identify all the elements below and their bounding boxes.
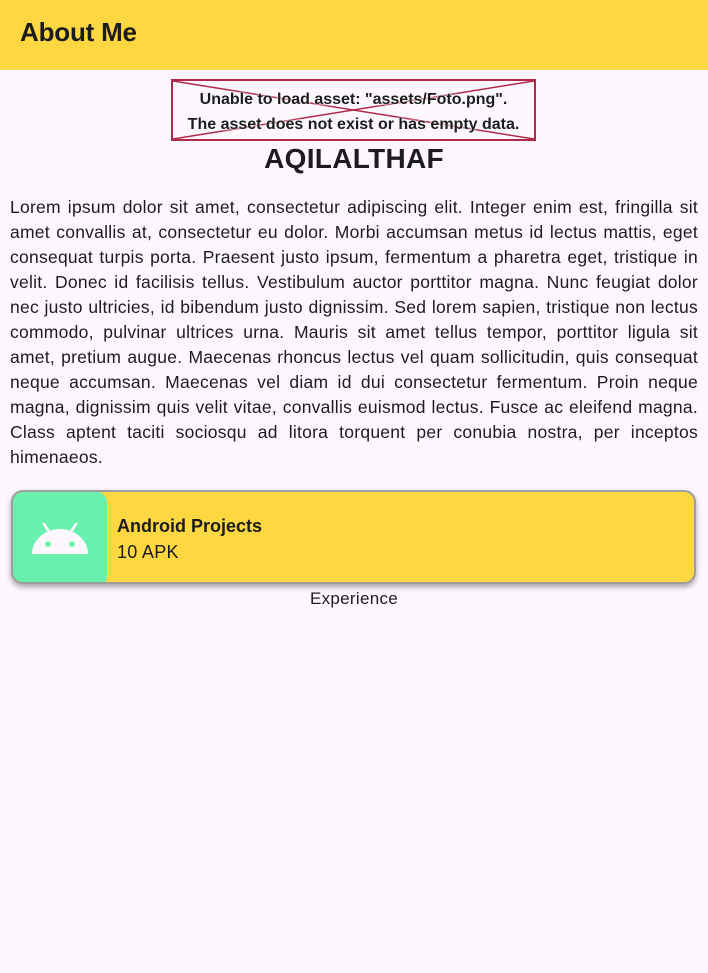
bio-paragraph: Lorem ipsum dolor sit amet, consectetur …: [10, 197, 698, 467]
app-bar: About Me: [0, 0, 708, 70]
asset-error-line-1: Unable to load asset: "assets/Foto.png".: [199, 91, 508, 108]
android-icon: [32, 522, 88, 554]
project-icon-container: [13, 492, 107, 582]
profile-image-error: Unable to load asset: "assets/Foto.png".…: [171, 79, 536, 141]
experience-caption: Experience: [309, 589, 399, 608]
card-subtitle: 10 APK: [117, 542, 179, 562]
asset-error-message: Unable to load asset: "assets/Foto.png".…: [173, 87, 534, 137]
asset-error-line-2: The asset does not exist or has empty da…: [187, 116, 520, 133]
card-title: Android Projects: [117, 516, 263, 536]
profile-name: AQILALTHAF: [264, 143, 444, 174]
android-projects-card[interactable]: Android Projects 10 APK: [11, 490, 696, 584]
page-title: About Me: [20, 17, 137, 47]
